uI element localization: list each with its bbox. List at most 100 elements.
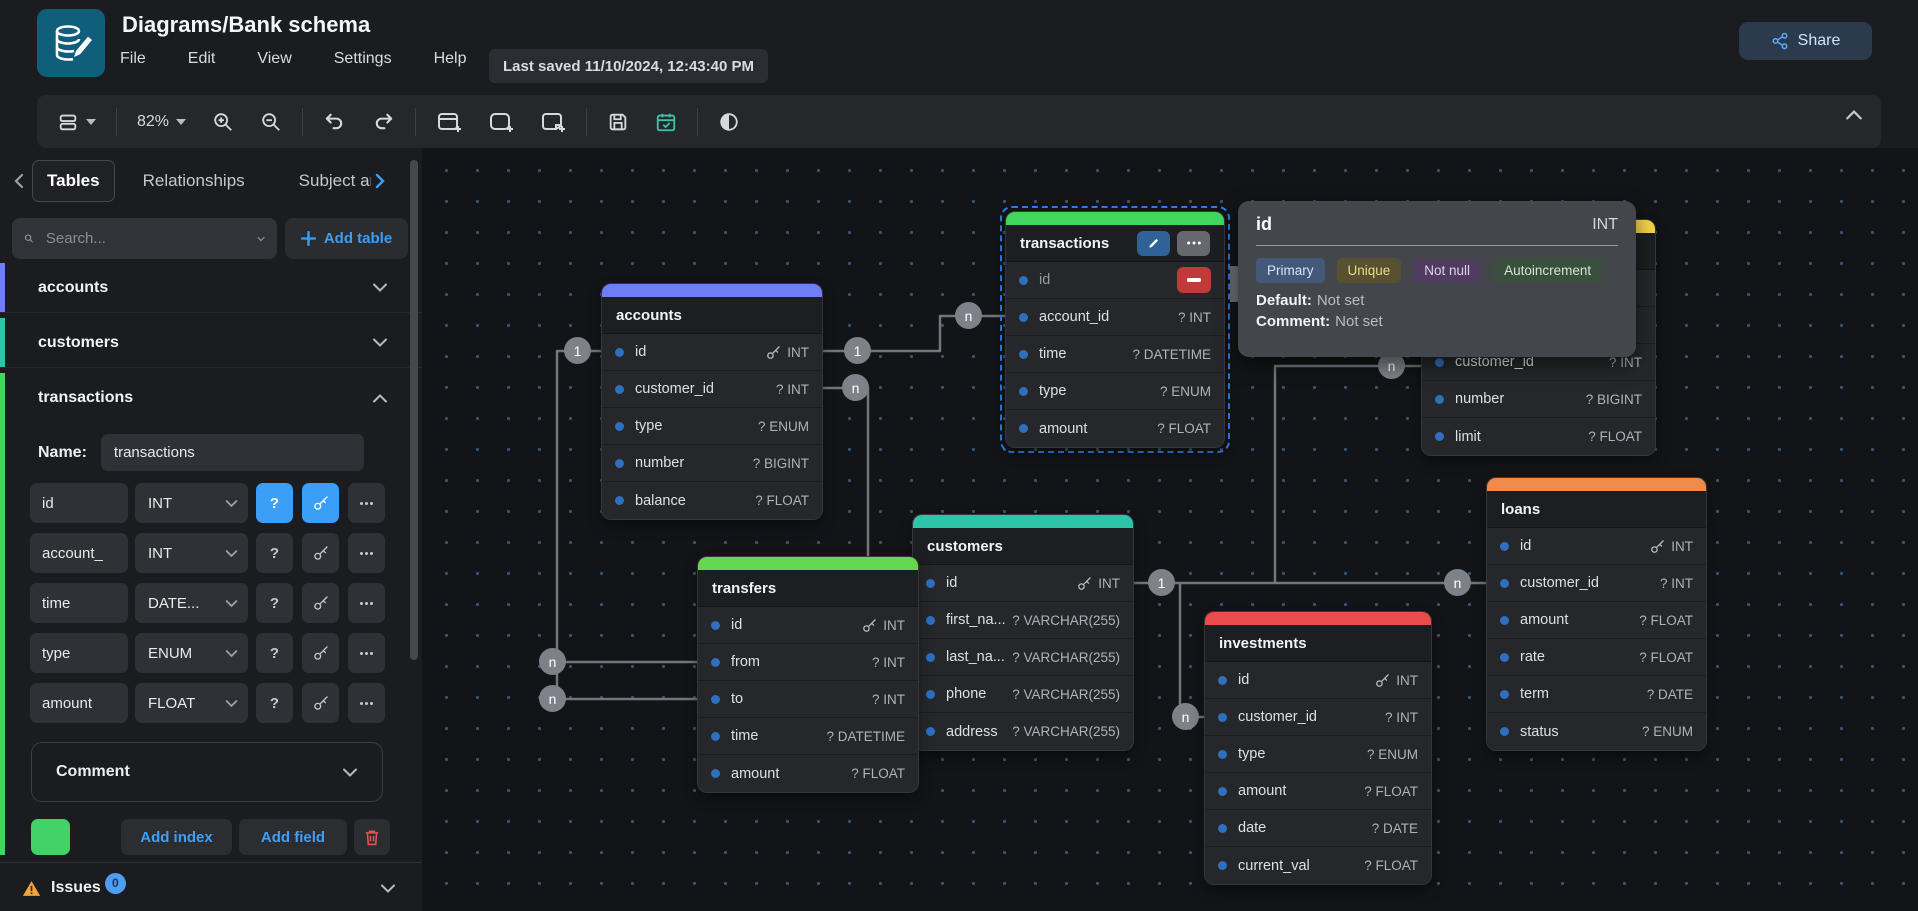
table-field-row[interactable]: account_id? INT (1006, 299, 1224, 336)
add-table-tool[interactable] (430, 106, 468, 138)
table-field-row[interactable]: customer_id? INT (1205, 699, 1431, 736)
table-field-row[interactable]: idINT (602, 334, 822, 371)
table-field-row[interactable]: idINT (913, 565, 1133, 602)
table-field-row[interactable]: type? ENUM (602, 408, 822, 445)
table-field-row[interactable]: phone? VARCHAR(255) (913, 676, 1133, 713)
delete-table-button[interactable] (354, 819, 390, 855)
menu-edit[interactable]: Edit (188, 50, 216, 68)
edit-table-button[interactable] (1137, 231, 1170, 256)
field-type-select[interactable]: DATE... (135, 583, 248, 623)
menu-settings[interactable]: Settings (334, 50, 392, 68)
add-field-button[interactable]: Add field (239, 819, 347, 855)
field-name-input[interactable] (30, 533, 128, 573)
table-color-swatch[interactable] (31, 819, 70, 855)
table-field-row[interactable]: type? ENUM (1205, 736, 1431, 773)
nullable-toggle[interactable]: ? (256, 683, 293, 723)
search-input[interactable] (44, 229, 247, 248)
chevron-up-icon[interactable] (372, 393, 388, 404)
canvas-table-investments[interactable]: investments idINT customer_id? INT type?… (1205, 612, 1431, 884)
add-table-button[interactable]: Add table (285, 218, 408, 259)
theme-button[interactable] (712, 107, 746, 137)
table-field-row[interactable]: address? VARCHAR(255) (913, 713, 1133, 750)
table-field-row[interactable]: amount? FLOAT (698, 755, 918, 792)
table-field-row[interactable]: amount? FLOAT (1487, 602, 1706, 639)
field-more-button[interactable] (348, 483, 385, 523)
field-more-button[interactable] (348, 583, 385, 623)
undo-button[interactable] (317, 106, 352, 137)
field-type-select[interactable]: INT (135, 483, 248, 523)
zoom-out-button[interactable] (254, 107, 288, 137)
table-field-row[interactable]: limit? FLOAT (1422, 418, 1655, 455)
canvas-table-loans[interactable]: loans idINT customer_id? INT amount? FLO… (1487, 478, 1706, 750)
table-field-row[interactable]: last_na...? VARCHAR(255) (913, 639, 1133, 676)
table-field-row[interactable]: rate? FLOAT (1487, 639, 1706, 676)
field-type-select[interactable]: FLOAT (135, 683, 248, 723)
share-button[interactable]: Share (1739, 22, 1872, 60)
nullable-toggle[interactable]: ? (256, 583, 293, 623)
add-note-tool[interactable] (534, 106, 572, 138)
add-area-tool[interactable] (482, 106, 520, 138)
tab-relationships[interactable]: Relationships (129, 161, 259, 201)
table-field-row[interactable]: first_na...? VARCHAR(255) (913, 602, 1133, 639)
save-button[interactable] (601, 107, 635, 137)
tab-subject-areas[interactable]: Subject ar (285, 161, 371, 201)
zoom-in-button[interactable] (206, 107, 240, 137)
canvas-table-transactions[interactable]: transactions id account_id? INT time? DA… (1006, 212, 1224, 447)
table-field-row[interactable]: from? INT (698, 644, 918, 681)
redo-button[interactable] (366, 106, 401, 137)
field-name-input[interactable] (30, 633, 128, 673)
table-field-row[interactable]: time? DATETIME (698, 718, 918, 755)
canvas-table-accounts[interactable]: accounts idINT customer_id? INT type? EN… (602, 284, 822, 519)
tab-tables[interactable]: Tables (32, 160, 115, 202)
chevron-down-icon[interactable] (372, 337, 388, 348)
tabs-scroll-left-button[interactable] (12, 173, 26, 189)
table-field-row[interactable]: type? ENUM (1006, 373, 1224, 410)
table-search[interactable] (12, 218, 277, 259)
table-field-row[interactable]: term? DATE (1487, 676, 1706, 713)
table-field-row[interactable]: customer_id? INT (602, 371, 822, 408)
nullable-toggle[interactable]: ? (256, 533, 293, 573)
field-type-select[interactable]: ENUM (135, 633, 248, 673)
table-field-row[interactable]: id (1006, 262, 1224, 299)
table-field-row[interactable]: date? DATE (1205, 810, 1431, 847)
add-index-button[interactable]: Add index (121, 819, 232, 855)
primary-key-toggle[interactable] (302, 683, 339, 723)
field-name-input[interactable] (30, 683, 128, 723)
table-field-row[interactable]: number? BIGINT (602, 445, 822, 482)
table-field-row[interactable]: status? ENUM (1487, 713, 1706, 750)
field-type-select[interactable]: INT (135, 533, 248, 573)
field-more-button[interactable] (348, 533, 385, 573)
field-name-input[interactable] (30, 483, 128, 523)
table-field-row[interactable]: to? INT (698, 681, 918, 718)
primary-key-toggle[interactable] (302, 633, 339, 673)
sidebar-scrollbar[interactable] (410, 160, 418, 660)
table-field-row[interactable]: idINT (1205, 662, 1431, 699)
chevron-down-icon[interactable] (372, 282, 388, 293)
toolbar-collapse-button[interactable] (1845, 109, 1863, 121)
issues-bar[interactable]: Issues 0 (0, 865, 422, 911)
nullable-toggle[interactable]: ? (256, 633, 293, 673)
delete-field-button[interactable] (1177, 267, 1211, 293)
table-field-row[interactable]: number? BIGINT (1422, 381, 1655, 418)
table-field-row[interactable]: customer_id? INT (1487, 565, 1706, 602)
table-field-row[interactable]: idINT (698, 607, 918, 644)
app-logo[interactable] (37, 9, 105, 77)
menu-file[interactable]: File (120, 50, 146, 68)
canvas-table-transfers[interactable]: transfers idINT from? INT to? INT time? … (698, 557, 918, 792)
sidebar-item-customers[interactable]: customers (0, 318, 422, 368)
field-more-button[interactable] (348, 633, 385, 673)
table-more-button[interactable] (1177, 231, 1210, 256)
table-field-row[interactable]: balance? FLOAT (602, 482, 822, 519)
canvas-table-customers[interactable]: customers idINT first_na...? VARCHAR(255… (913, 515, 1133, 750)
table-name-input[interactable] (101, 434, 364, 471)
sidebar-item-accounts[interactable]: accounts (0, 263, 422, 313)
primary-key-toggle[interactable] (302, 533, 339, 573)
table-field-row[interactable]: amount? FLOAT (1006, 410, 1224, 447)
layout-button[interactable] (51, 107, 102, 137)
table-field-row[interactable]: amount? FLOAT (1205, 773, 1431, 810)
table-field-row[interactable]: idINT (1487, 528, 1706, 565)
primary-key-toggle[interactable] (302, 583, 339, 623)
table-field-row[interactable]: current_val? FLOAT (1205, 847, 1431, 884)
nullable-toggle[interactable]: ? (256, 483, 293, 523)
table-field-row[interactable]: time? DATETIME (1006, 336, 1224, 373)
